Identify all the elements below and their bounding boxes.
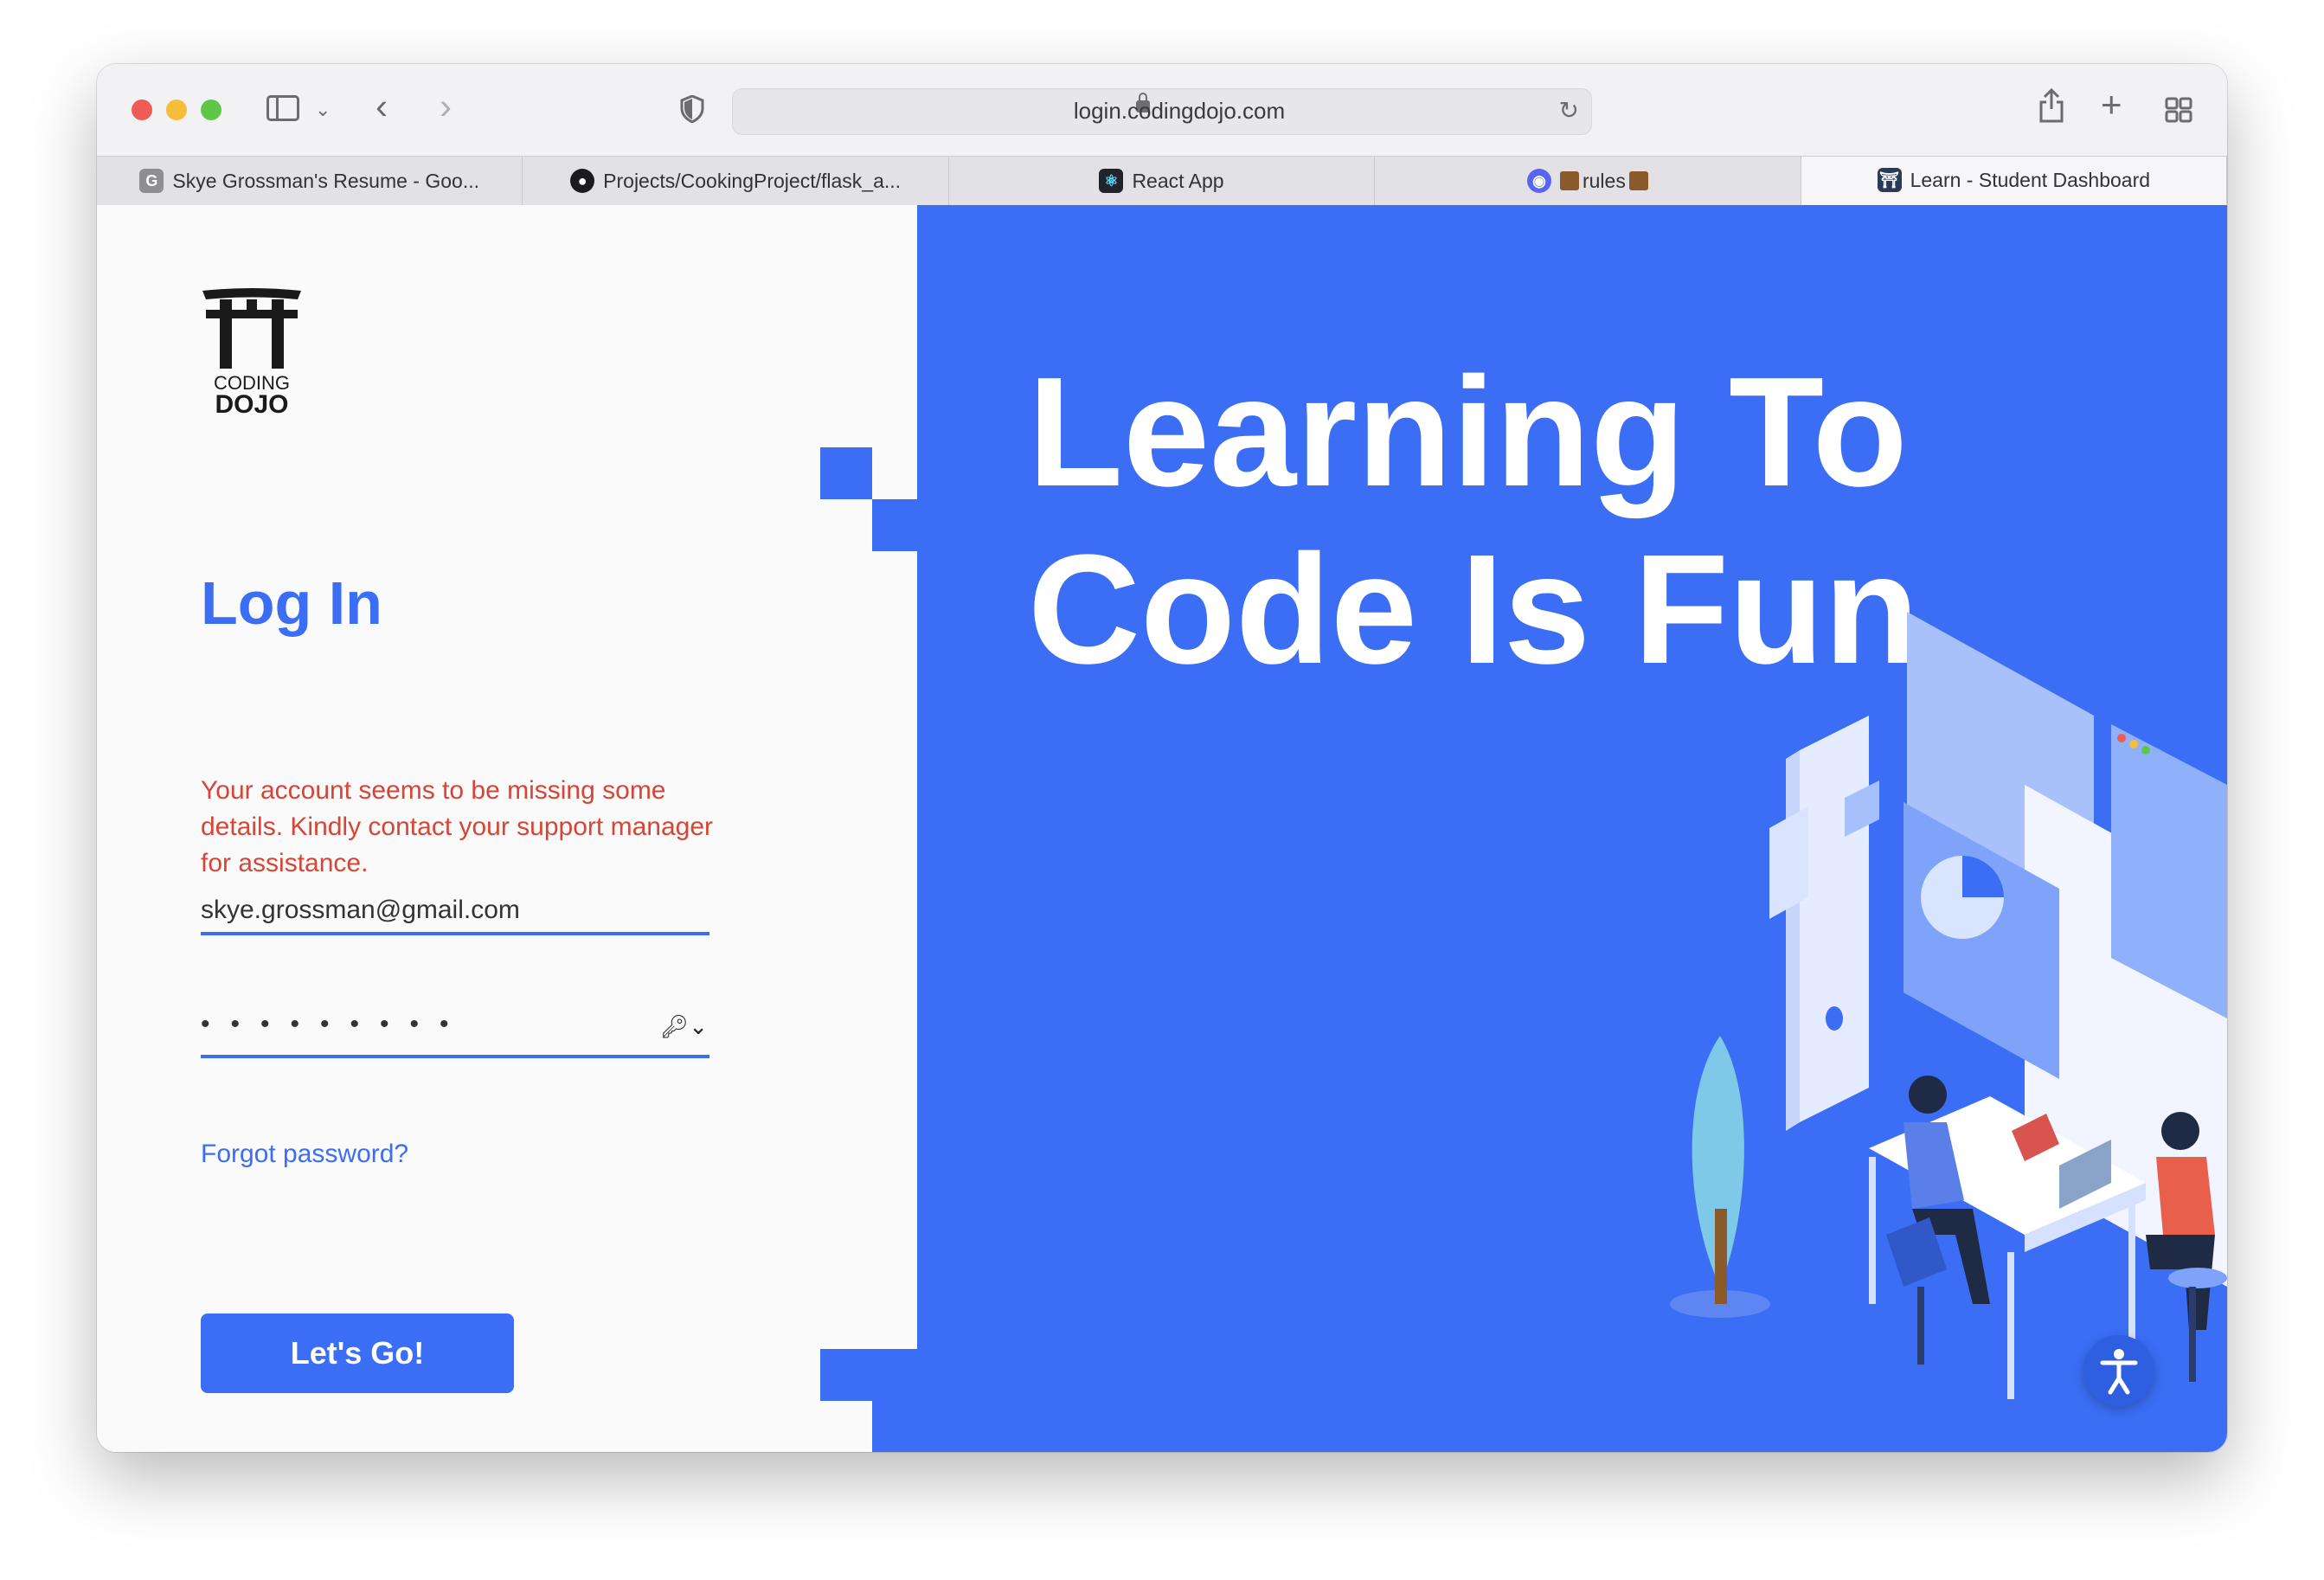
page-content: CODING DOJO Log In Your account seems to… bbox=[97, 205, 2227, 1452]
decor-square bbox=[872, 1401, 917, 1452]
minimize-window-button[interactable] bbox=[166, 100, 187, 120]
password-mask: ••••••••• bbox=[201, 1010, 470, 1038]
privacy-shield-icon[interactable] bbox=[680, 94, 704, 124]
url-text: login.codingdojo.com bbox=[1073, 98, 1286, 124]
reload-icon[interactable]: ↻ bbox=[1559, 96, 1579, 125]
forgot-password-link[interactable]: Forgot password? bbox=[201, 1140, 408, 1169]
tab-label: Learn - Student Dashboard bbox=[1910, 168, 2151, 191]
error-message: Your account seems to be missing some de… bbox=[201, 776, 713, 877]
tab-github-project[interactable]: ● Projects/CookingProject/flask_a... bbox=[523, 157, 949, 205]
google-docs-icon: G bbox=[139, 169, 164, 193]
scroll-emoji-icon bbox=[1559, 171, 1579, 190]
title-bar: ⌄ ‹ › login.codingdojo.com ↻ + bbox=[97, 64, 2227, 156]
decor-square bbox=[872, 499, 917, 551]
discord-icon: ◉ bbox=[1526, 169, 1551, 193]
tab-student-dashboard[interactable]: ⛩ Learn - Student Dashboard bbox=[1801, 157, 2227, 205]
chevron-down-icon[interactable]: ⌄ bbox=[315, 95, 331, 125]
new-tab-icon[interactable]: + bbox=[2101, 87, 2122, 123]
login-panel: CODING DOJO Log In Your account seems to… bbox=[97, 205, 917, 1452]
tab-label: Projects/CookingProject/flask_a... bbox=[603, 169, 902, 192]
tab-label: rules bbox=[1582, 169, 1626, 192]
tab-resume[interactable]: G Skye Grossman's Resume - Goo... bbox=[97, 157, 523, 205]
tab-discord-rules[interactable]: ◉ rules bbox=[1375, 157, 1801, 205]
email-field[interactable] bbox=[201, 889, 709, 935]
github-icon: ● bbox=[570, 169, 595, 193]
decor-square bbox=[820, 1349, 917, 1401]
react-icon: ⚛ bbox=[1099, 169, 1124, 193]
password-key-icon[interactable]: 🔑︎⌄ bbox=[660, 1013, 708, 1040]
page-title: Log In bbox=[201, 569, 382, 637]
coding-dojo-logo: CODING DOJO bbox=[201, 287, 303, 419]
decor-square bbox=[820, 447, 872, 499]
address-bar[interactable]: login.codingdojo.com ↻ bbox=[732, 88, 1592, 135]
tab-react-app[interactable]: ⚛ React App bbox=[949, 157, 1376, 205]
coding-dojo-icon: ⛩ bbox=[1877, 168, 1902, 192]
password-field[interactable]: ••••••••• 🔑︎⌄ bbox=[201, 1006, 709, 1058]
accessibility-icon bbox=[2100, 1349, 2138, 1395]
tab-overview-icon[interactable] bbox=[2165, 97, 2192, 128]
sidebar-toggle-icon[interactable] bbox=[266, 95, 299, 121]
forward-arrow-icon[interactable]: › bbox=[440, 88, 452, 125]
close-window-button[interactable] bbox=[132, 100, 152, 120]
svg-text:DOJO: DOJO bbox=[215, 390, 288, 417]
submit-button[interactable]: Let's Go! bbox=[201, 1313, 514, 1393]
hero-panel: Learning To Code Is Fun. bbox=[917, 205, 2227, 1452]
accessibility-button[interactable] bbox=[2083, 1335, 2154, 1406]
tab-bar: G Skye Grossman's Resume - Goo... ● Proj… bbox=[97, 156, 2227, 206]
coding-illustration bbox=[1670, 612, 2227, 1399]
scroll-emoji-icon bbox=[1628, 171, 1648, 190]
tab-label: React App bbox=[1132, 169, 1224, 192]
tab-label: Skye Grossman's Resume - Goo... bbox=[172, 169, 480, 192]
browser-window: ⌄ ‹ › login.codingdojo.com ↻ + G Skye Gr… bbox=[97, 64, 2227, 1452]
zoom-window-button[interactable] bbox=[201, 100, 221, 120]
back-arrow-icon[interactable]: ‹ bbox=[376, 88, 388, 125]
share-icon[interactable] bbox=[2038, 87, 2064, 128]
